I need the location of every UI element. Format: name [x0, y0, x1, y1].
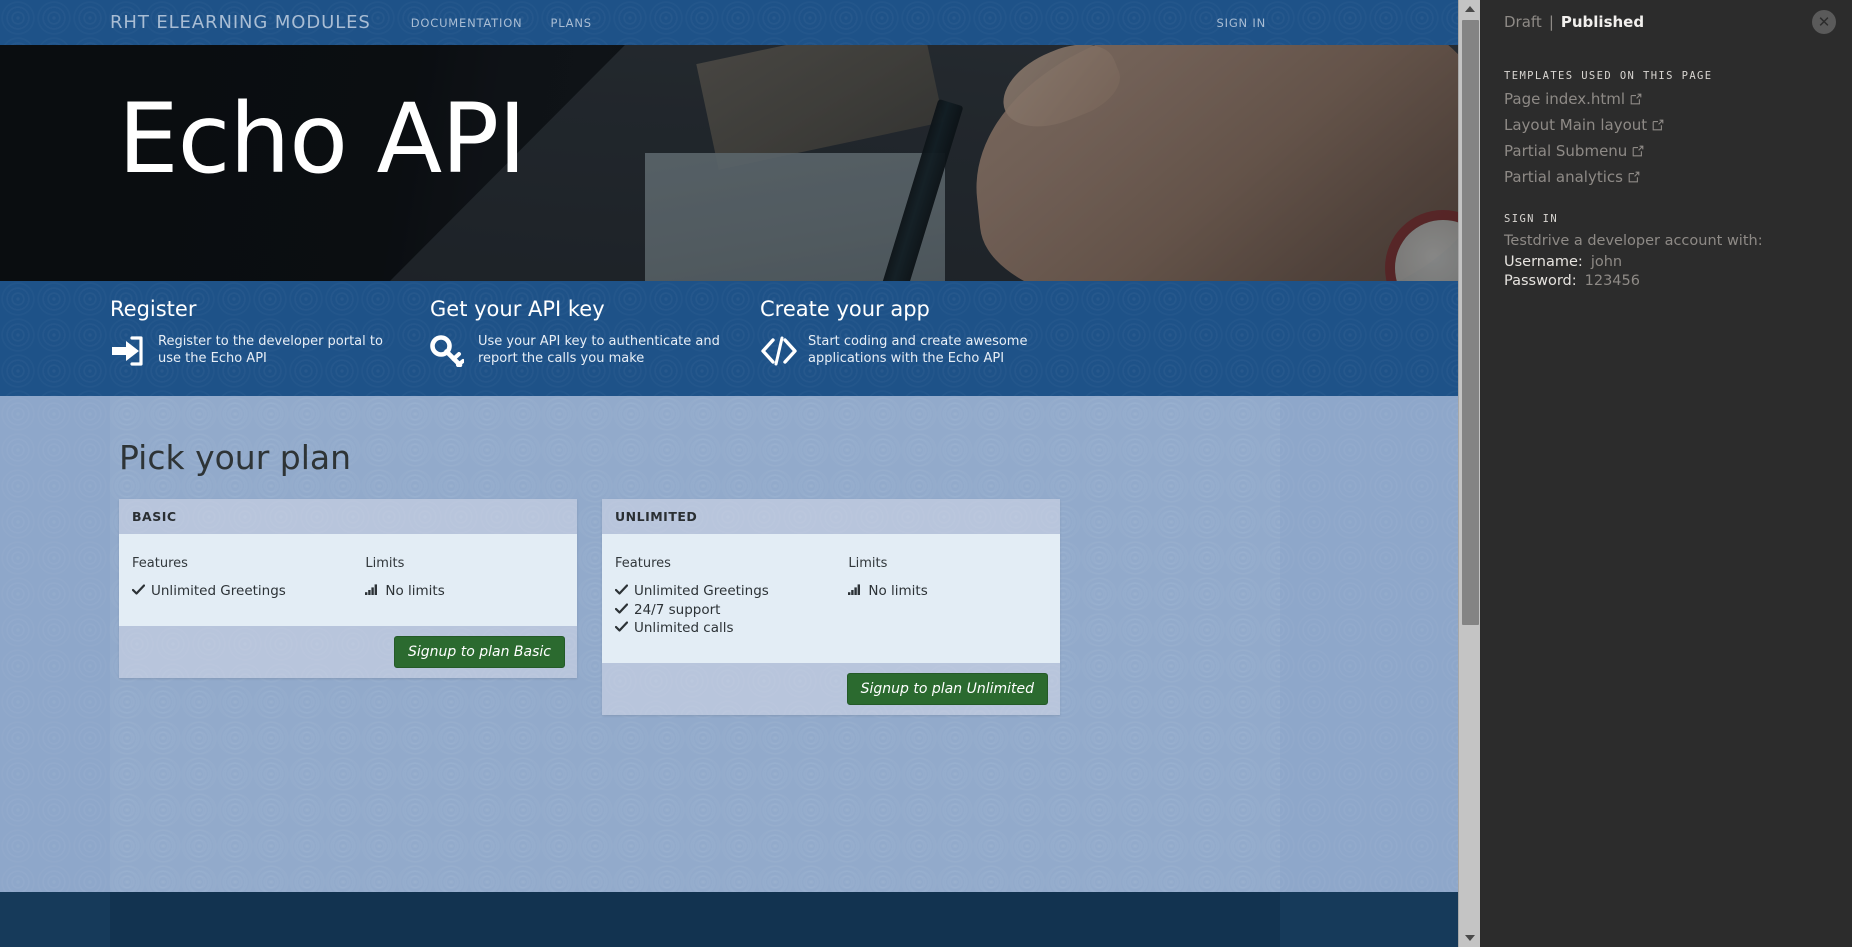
- check-icon: [132, 584, 145, 595]
- sign-in-arrow-icon: [110, 331, 158, 371]
- plan-feature-label: Unlimited calls: [634, 620, 734, 636]
- plan-limits-column: Limits No limits: [365, 556, 564, 602]
- plan-feature-label: 24/7 support: [634, 601, 721, 618]
- template-link-layout-main[interactable]: Layout Main layout: [1504, 116, 1829, 135]
- templates-section: TEMPLATES USED ON THIS PAGE Page index.h…: [1481, 70, 1852, 187]
- username-value: john: [1590, 254, 1623, 270]
- plan-limit-item: No limits: [848, 583, 1047, 601]
- external-link-icon: [1652, 117, 1664, 135]
- feature-text: Use your API key to authenticate and rep…: [478, 334, 720, 366]
- password-label: Password:: [1504, 273, 1577, 289]
- signin-password-row: Password: 123456: [1504, 273, 1829, 289]
- page-viewport: RHT ELEARNING MODULES DOCUMENTATION PLAN…: [0, 0, 1458, 947]
- features-column-header: Features: [615, 556, 671, 571]
- external-link-icon: [1632, 143, 1644, 161]
- screen: RHT ELEARNING MODULES DOCUMENTATION PLAN…: [0, 0, 1852, 947]
- site-navbar: RHT ELEARNING MODULES DOCUMENTATION PLAN…: [0, 0, 1458, 45]
- plan-feature-item: Unlimited Greetings: [132, 583, 365, 601]
- plan-features-column: Features Unlimited Greetings: [132, 556, 365, 602]
- page-title: Pick your plan: [119, 438, 352, 477]
- status-draft[interactable]: Draft: [1504, 13, 1542, 31]
- key-icon: [430, 331, 478, 371]
- plan-feature-item: Unlimited Greetings: [615, 583, 848, 601]
- nav-link-sign-in[interactable]: SIGN IN: [1203, 16, 1280, 30]
- plan-limit-label: No limits: [385, 583, 445, 599]
- signal-bars-icon: [848, 584, 862, 595]
- plan-features-column: Features Unlimited Greetings: [615, 556, 848, 639]
- feature-title: Register: [110, 297, 197, 321]
- site-footer: [0, 892, 1458, 947]
- hero-banner: Echo API: [0, 45, 1458, 281]
- secondary-nav: SIGN IN: [1203, 16, 1280, 30]
- status-separator: |: [1548, 13, 1554, 31]
- scroll-down-arrow-icon[interactable]: [1459, 929, 1481, 947]
- plan-feature-item: 24/7 support: [615, 602, 848, 620]
- inspector-panel: Draft | Published ✕ TEMPLATES USED ON TH…: [1481, 0, 1852, 947]
- limits-column-header: Limits: [365, 556, 405, 571]
- feature-api-key: Get your API key Use your API key to aut…: [430, 281, 760, 396]
- template-link-partial-submenu[interactable]: Partial Submenu: [1504, 142, 1829, 161]
- footer-inner: [110, 892, 1280, 947]
- feature-text: Start coding and create awesome applicat…: [808, 334, 1028, 366]
- external-link-icon: [1628, 169, 1640, 187]
- brand-logo[interactable]: RHT ELEARNING MODULES: [110, 12, 371, 33]
- plan-limits-column: Limits No limits: [848, 556, 1047, 639]
- nav-link-plans[interactable]: PLANS: [536, 16, 605, 30]
- feature-create-app: Create your app Start coding and create …: [760, 281, 1090, 396]
- check-icon: [615, 602, 628, 614]
- scrollbar-thumb[interactable]: [1462, 20, 1479, 625]
- signup-basic-button[interactable]: Signup to plan Basic: [394, 635, 565, 668]
- nav-link-documentation[interactable]: DOCUMENTATION: [397, 16, 537, 30]
- plan-limit-label: No limits: [868, 583, 928, 599]
- signin-section-title: SIGN IN: [1504, 213, 1559, 225]
- feature-title: Create your app: [760, 297, 930, 321]
- plans-band: Pick your plan BASIC Features Unlimited …: [0, 396, 1458, 892]
- limits-column-header: Limits: [848, 556, 888, 571]
- signin-section: SIGN IN Testdrive a developer account wi…: [1481, 213, 1852, 289]
- feature-text: Register to the developer portal to use …: [158, 334, 383, 366]
- external-link-icon: [1630, 91, 1642, 109]
- features-band: Register Register to the developer porta…: [0, 281, 1458, 396]
- templates-section-title: TEMPLATES USED ON THIS PAGE: [1504, 70, 1713, 82]
- signin-username-row: Username: john: [1504, 254, 1829, 270]
- template-link-label: Page index.html: [1504, 90, 1626, 108]
- signup-unlimited-button[interactable]: Signup to plan Unlimited: [846, 672, 1048, 705]
- status-published[interactable]: Published: [1561, 13, 1644, 31]
- signal-bars-icon: [365, 584, 379, 595]
- template-link-label: Partial analytics: [1504, 168, 1623, 186]
- primary-nav: DOCUMENTATION PLANS: [397, 16, 606, 30]
- feature-title: Get your API key: [430, 297, 605, 321]
- scroll-up-arrow-icon[interactable]: [1459, 0, 1481, 18]
- code-brackets-icon: [760, 331, 808, 371]
- plan-card-footer: Signup to plan Basic: [119, 625, 577, 678]
- plan-feature-label: Unlimited Greetings: [151, 583, 286, 599]
- plan-name: UNLIMITED: [615, 509, 698, 524]
- plan-card-unlimited: UNLIMITED Features Unlimited Greetings 2…: [602, 499, 1060, 715]
- template-link-page-index[interactable]: Page index.html: [1504, 90, 1829, 109]
- plan-card-body: Features Unlimited Greetings Limits No l…: [119, 534, 577, 626]
- plan-card-header: BASIC: [119, 499, 577, 534]
- hero-title: Echo API: [118, 83, 526, 195]
- page-scrollbar[interactable]: [1458, 0, 1480, 947]
- check-icon: [615, 621, 628, 632]
- features-column-header: Features: [132, 556, 188, 571]
- plan-card-basic: BASIC Features Unlimited Greetings Limit…: [119, 499, 577, 678]
- plan-feature-label: Unlimited Greetings: [634, 583, 769, 599]
- template-link-label: Layout Main layout: [1504, 116, 1648, 134]
- plan-feature-item: Unlimited calls: [615, 620, 848, 638]
- plan-card-footer: Signup to plan Unlimited: [602, 662, 1060, 715]
- feature-register: Register Register to the developer porta…: [110, 281, 430, 396]
- signin-note: Testdrive a developer account with:: [1504, 233, 1763, 249]
- template-link-label: Partial Submenu: [1504, 142, 1628, 160]
- plan-limit-item: No limits: [365, 583, 564, 601]
- plan-name: BASIC: [132, 509, 177, 524]
- username-label: Username:: [1504, 254, 1583, 270]
- template-link-partial-analytics[interactable]: Partial analytics: [1504, 168, 1829, 187]
- close-icon[interactable]: ✕: [1812, 10, 1836, 34]
- publish-status-bar: Draft | Published ✕: [1481, 0, 1852, 44]
- check-icon: [615, 584, 628, 595]
- plan-card-header: UNLIMITED: [602, 499, 1060, 534]
- plan-card-body: Features Unlimited Greetings 24/7 suppor…: [602, 534, 1060, 663]
- password-value: 123456: [1584, 273, 1640, 289]
